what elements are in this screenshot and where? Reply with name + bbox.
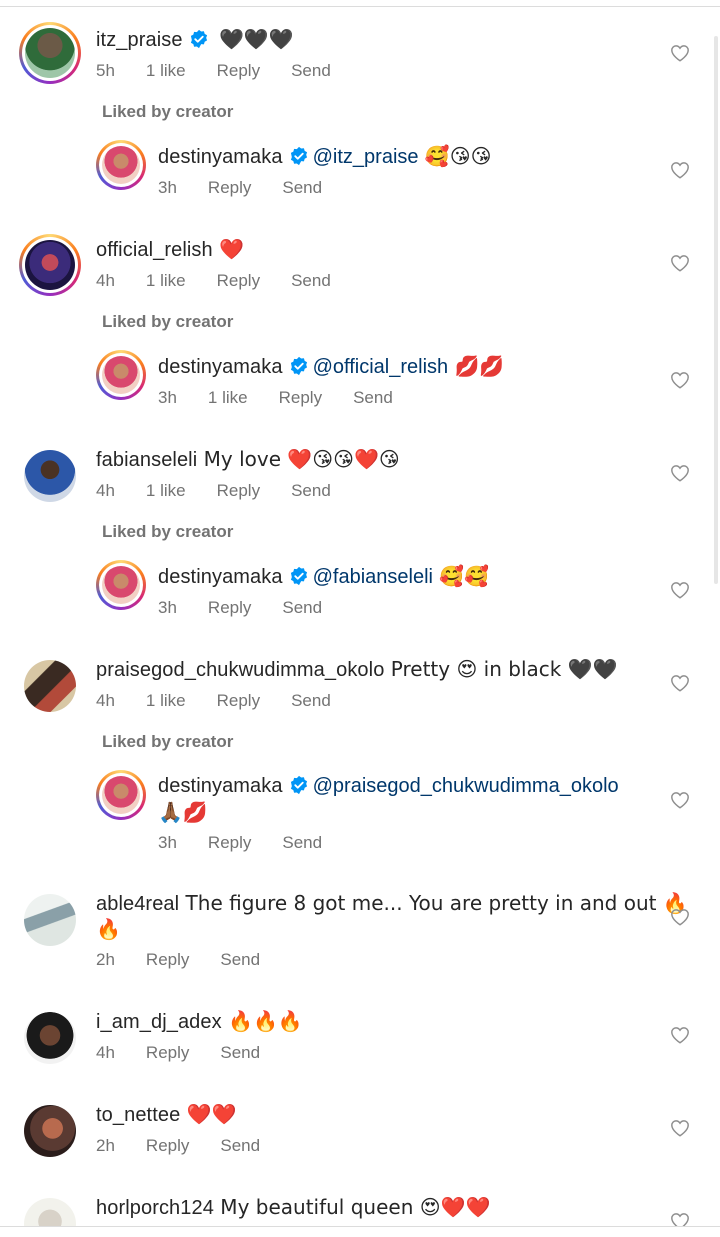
comment-username[interactable]: horlporch124 — [96, 1197, 214, 1219]
like-heart-icon[interactable] — [670, 1212, 690, 1226]
bottom-divider — [0, 1226, 720, 1227]
avatar[interactable] — [24, 1198, 76, 1226]
comment-text: My beautiful queen 😍❤️❤️ — [213, 1195, 491, 1219]
comment-item: horlporch124 My beautiful queen 😍❤️❤️ — [0, 0, 720, 1226]
